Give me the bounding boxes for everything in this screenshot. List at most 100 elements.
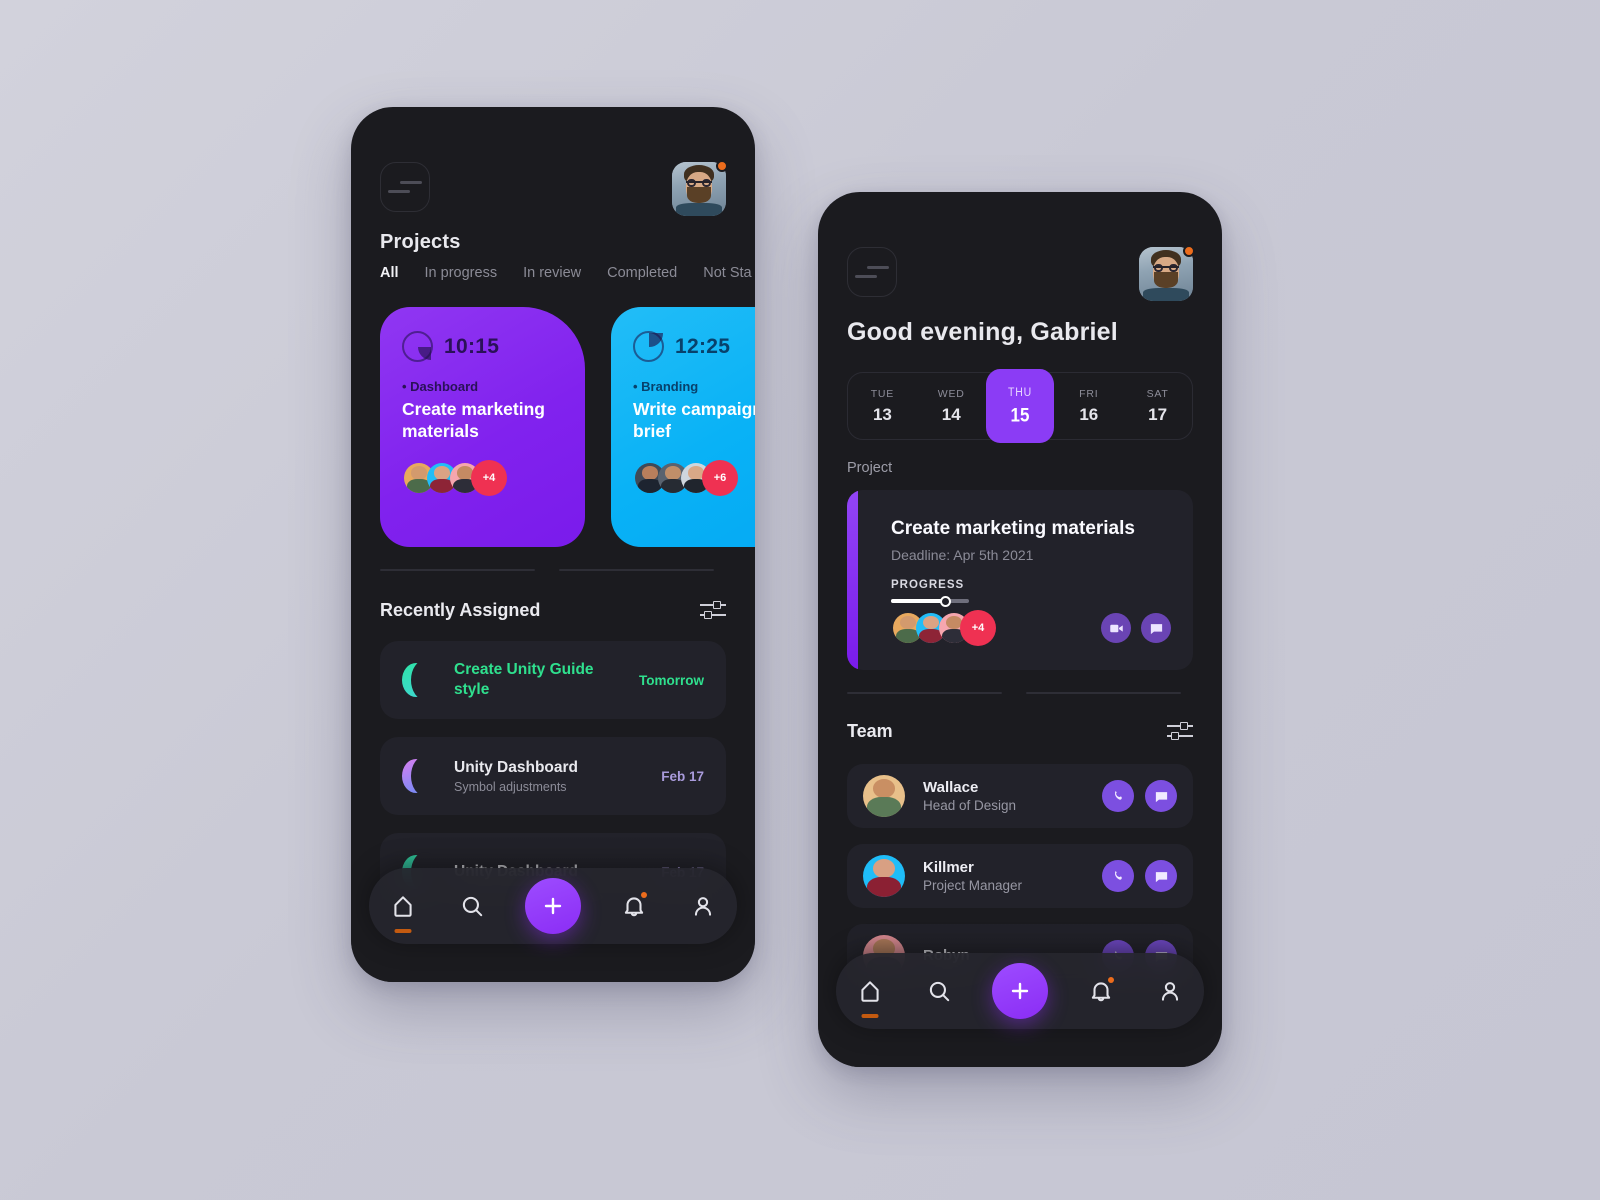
- team-member-row[interactable]: Killmer Project Manager: [847, 844, 1193, 908]
- project-title: Create marketing materials: [891, 518, 1135, 539]
- bell-icon[interactable]: [619, 891, 649, 921]
- section-pager[interactable]: [847, 692, 1181, 694]
- team-header: Team: [847, 720, 1193, 742]
- task-due: Tomorrow: [639, 672, 704, 688]
- member-name: Wallace: [923, 779, 979, 796]
- day-wed[interactable]: WED 14: [917, 373, 986, 439]
- pager-line: [380, 569, 535, 571]
- menu-icon[interactable]: [380, 162, 430, 212]
- team-member-row[interactable]: Wallace Head of Design: [847, 764, 1193, 828]
- tab-completed[interactable]: Completed: [607, 265, 677, 281]
- chat-icon[interactable]: [1141, 613, 1171, 643]
- add-button[interactable]: [524, 878, 581, 934]
- section-title: Team: [847, 720, 893, 741]
- online-dot: [1183, 245, 1195, 257]
- task-name: Unity Dashboard: [454, 758, 579, 776]
- project-deadline: Deadline: Apr 5th 2021: [891, 547, 1034, 563]
- card-category: Dashboard: [402, 379, 563, 394]
- day-number: 13: [872, 404, 892, 424]
- day-fri[interactable]: FRI 16: [1054, 373, 1123, 439]
- menu-line-top: [400, 181, 422, 184]
- project-cards-carousel[interactable]: 10:15 Dashboard Create marketing materia…: [380, 307, 755, 547]
- phone-icon[interactable]: [1102, 780, 1134, 812]
- home-screen: Good evening, Gabriel TUE 13 WED 14 THU …: [818, 192, 1222, 1067]
- card-title: Create marketing materials: [402, 399, 545, 441]
- pager-line: [847, 692, 1002, 694]
- card-avatar-stack[interactable]: +4: [402, 460, 563, 497]
- task-row[interactable]: Create Unity Guide style Tomorrow: [380, 641, 726, 719]
- progress-slider[interactable]: [891, 595, 969, 607]
- greeting-text: Good evening, Gabriel: [847, 318, 1118, 346]
- card-clock-row: 12:25: [633, 331, 755, 362]
- wallace-avatar: [863, 775, 905, 817]
- filter-sliders-icon[interactable]: [1167, 720, 1193, 742]
- member-actions: [1102, 860, 1177, 892]
- profile-icon[interactable]: [1155, 976, 1185, 1006]
- search-icon[interactable]: [924, 976, 954, 1006]
- bell-icon[interactable]: [1086, 976, 1116, 1006]
- task-subtitle: Symbol adjustments: [454, 780, 567, 795]
- project-actions: [1101, 613, 1171, 643]
- card-time: 10:15: [444, 334, 500, 358]
- avatar[interactable]: [1139, 245, 1195, 301]
- projects-screen: Projects All In progress In review Compl…: [351, 107, 755, 982]
- menu-icon[interactable]: [847, 247, 897, 297]
- carousel-pager[interactable]: [380, 569, 714, 571]
- home-icon[interactable]: [388, 891, 418, 933]
- day-name: TUE: [870, 387, 895, 400]
- day-sat[interactable]: SAT 17: [1123, 373, 1192, 439]
- tab-not-started[interactable]: Not Sta: [703, 265, 751, 281]
- task-text: Unity Dashboard Symbol adjustments: [454, 758, 651, 795]
- projects-topbar: [380, 160, 728, 216]
- member-text: Killmer Project Manager: [923, 859, 1102, 893]
- task-row[interactable]: Unity Dashboard Symbol adjustments Feb 1…: [380, 737, 726, 815]
- bottom-navbar: [836, 953, 1204, 1029]
- member-text: Wallace Head of Design: [923, 779, 1102, 813]
- moon-icon: [402, 660, 439, 700]
- progress-knob[interactable]: [940, 595, 952, 607]
- day-name: WED: [937, 387, 965, 400]
- chat-icon[interactable]: [1145, 780, 1177, 812]
- menu-line-top: [867, 266, 889, 269]
- day-number: 17: [1148, 404, 1168, 424]
- project-info: Create marketing materials Deadline: Apr…: [891, 518, 1171, 607]
- tab-in-progress[interactable]: In progress: [425, 265, 498, 281]
- projects-tabs: All In progress In review Completed Not …: [380, 265, 755, 281]
- bottom-navbar: [369, 868, 737, 944]
- home-icon[interactable]: [855, 976, 885, 1018]
- extra-members-badge: +6: [702, 460, 738, 497]
- phone-projects: Projects All In progress In review Compl…: [351, 107, 755, 982]
- chat-icon[interactable]: [1145, 860, 1177, 892]
- video-call-icon[interactable]: [1101, 613, 1131, 643]
- clock-icon: [402, 331, 433, 362]
- filter-sliders-icon[interactable]: [700, 599, 726, 621]
- project-avatar-stack[interactable]: +4: [891, 610, 996, 646]
- task-due: Feb 17: [661, 768, 704, 784]
- day-number: 16: [1079, 404, 1099, 424]
- day-thu[interactable]: THU 15: [985, 369, 1055, 443]
- profile-icon[interactable]: [688, 891, 718, 921]
- pager-line: [1026, 692, 1181, 694]
- phone-home: Good evening, Gabriel TUE 13 WED 14 THU …: [818, 192, 1222, 1067]
- project-card[interactable]: 12:25 Branding Write campaign brief +6: [611, 307, 755, 547]
- day-name: SAT: [1146, 387, 1169, 400]
- phone-icon[interactable]: [1102, 860, 1134, 892]
- card-time: 12:25: [675, 334, 731, 358]
- pager-line: [559, 569, 714, 571]
- tab-all[interactable]: All: [380, 265, 399, 281]
- tab-in-review[interactable]: In review: [523, 265, 581, 281]
- member-name: Killmer: [923, 859, 974, 876]
- search-icon[interactable]: [457, 891, 487, 921]
- card-title: Write campaign brief: [633, 399, 755, 441]
- member-role: Head of Design: [923, 798, 1017, 813]
- add-button[interactable]: [991, 963, 1048, 1019]
- extra-members-badge: +4: [471, 460, 507, 497]
- week-selector[interactable]: TUE 13 WED 14 THU 15 FRI 16 SAT 17: [847, 369, 1193, 443]
- project-card[interactable]: 10:15 Dashboard Create marketing materia…: [380, 307, 585, 547]
- member-actions: [1102, 780, 1177, 812]
- project-card-footer: +4: [891, 610, 1171, 646]
- project-detail-card[interactable]: Create marketing materials Deadline: Apr…: [847, 490, 1193, 670]
- day-tue[interactable]: TUE 13: [848, 373, 917, 439]
- avatar[interactable]: [672, 160, 728, 216]
- card-avatar-stack[interactable]: +6: [633, 460, 755, 497]
